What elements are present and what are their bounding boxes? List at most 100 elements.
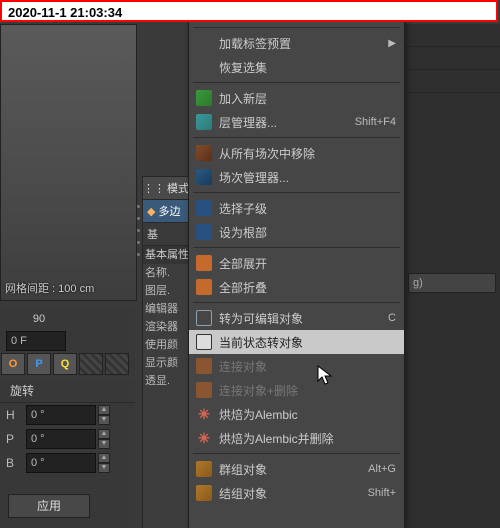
viewport-3d[interactable]: 网格间距 : 100 cm — [0, 24, 137, 301]
context-menu: 运动剪辑标签▶加载标签预置▶恢复选集加入新层层管理器...Shift+F4从所有… — [188, 0, 405, 528]
menu-item-label: 选择子级 — [219, 200, 396, 217]
rot-value-p[interactable]: 0 ° — [26, 429, 96, 449]
menu-item-add-layer[interactable]: 加入新层 — [189, 86, 404, 110]
rot-row-p: P 0 ° ▲▼ — [0, 427, 135, 451]
keyframe-strip-icon[interactable] — [79, 353, 103, 375]
red-icon: ✳ — [196, 430, 212, 446]
menu-item-icon-slot — [195, 333, 213, 351]
layermgr-icon — [196, 114, 212, 130]
box-icon — [196, 310, 212, 326]
menu-item-icon-slot — [195, 278, 213, 296]
rot-row-b: B 0 ° ▲▼ — [0, 451, 135, 475]
timestamp-overlay: 2020-11-1 21:03:34 — [0, 0, 498, 22]
menu-item-icon-slot — [195, 484, 213, 502]
menu-item-remove-take[interactable]: 从所有场次中移除 — [189, 141, 404, 165]
attr-mode-header[interactable]: ⋮⋮ 模式 — [143, 177, 189, 200]
right-pill[interactable]: g) — [408, 273, 496, 293]
timeline-ruler[interactable]: 90 — [0, 308, 135, 330]
menu-item-label: 恢复选集 — [219, 59, 396, 76]
orange-dim-icon — [196, 382, 212, 398]
menu-item-label: 加入新层 — [219, 90, 396, 107]
record-scale-btn[interactable]: Q — [53, 353, 77, 375]
rot-spinner-p[interactable]: ▲▼ — [98, 429, 110, 449]
menu-item-bake-alembic[interactable]: ✳ 烘焙为Alembic — [189, 402, 404, 426]
frame-field[interactable]: 0 F — [6, 331, 66, 351]
menu-separator — [193, 137, 400, 138]
menu-item-label: 群组对象 — [219, 461, 360, 478]
menu-item-select-children[interactable]: 选择子级 — [189, 196, 404, 220]
apply-button[interactable]: 应用 — [8, 494, 90, 518]
app-root: 2020-11-1 21:03:34 网格间距 : 100 cm 90 0 F … — [0, 0, 500, 528]
menu-item-icon-slot — [195, 199, 213, 217]
attr-line-layer: 图层. — [143, 282, 189, 300]
attribute-panel: ⋮⋮ 模式 ◆ 多边 基 基本属性 名称. 图层. 编辑器 渲染器 使用颜 显示… — [142, 176, 190, 528]
menu-item-label: 当前状态转对象 — [219, 334, 396, 351]
menu-item-label: 全部折叠 — [219, 279, 396, 296]
red-icon: ✳ — [196, 406, 212, 422]
menu-item-take-mgr[interactable]: 场次管理器... — [189, 165, 404, 189]
menu-item-combine[interactable]: 结组对象Shift+ — [189, 481, 404, 505]
menu-item-icon-slot — [195, 89, 213, 107]
menu-separator — [193, 192, 400, 193]
orange-dim-icon — [196, 358, 212, 374]
menu-item-label: 场次管理器... — [219, 169, 396, 186]
blue-icon — [196, 200, 212, 216]
rot-value-b[interactable]: 0 ° — [26, 453, 96, 473]
attr-line-xray: 透显. — [143, 372, 189, 390]
cube-icon — [196, 461, 212, 477]
coord-rotation-title: 旋转 — [0, 380, 135, 403]
layers-icon — [196, 90, 212, 106]
menu-item-make-editable[interactable]: 转为可编辑对象C — [189, 306, 404, 330]
menu-item-layer-mgr[interactable]: 层管理器... Shift+F4 — [189, 110, 404, 134]
menu-separator — [193, 247, 400, 248]
attr-tab-basic[interactable]: 基 — [143, 223, 189, 246]
submenu-arrow-icon: ▶ — [388, 38, 396, 49]
polygon-icon: ◆ — [147, 205, 155, 218]
rot-spinner-b[interactable]: ▲▼ — [98, 453, 110, 473]
menu-item-set-root[interactable]: 设为根部 — [189, 220, 404, 244]
menu-item-connect: 连接对象 — [189, 354, 404, 378]
menu-item-label: 从所有场次中移除 — [219, 145, 396, 162]
menu-item-icon-slot: ✳ — [195, 405, 213, 423]
viewport-grid-label: 网格间距 : 100 cm — [5, 280, 94, 296]
menu-item-bake-alembic-del[interactable]: ✳烘焙为Alembic并删除 — [189, 426, 404, 450]
record-pos-btn[interactable]: O — [1, 353, 25, 375]
take-icon — [196, 145, 212, 161]
menu-item-label: 加载标签预置 — [219, 35, 382, 52]
right-panel-background: g) — [404, 24, 500, 528]
menu-item-icon-slot — [195, 144, 213, 162]
menu-item-group[interactable]: 群组对象Alt+G — [189, 457, 404, 481]
rot-spinner-h[interactable]: ▲▼ — [98, 405, 110, 425]
menu-item-icon-slot — [195, 357, 213, 375]
menu-item-load-tag-preset[interactable]: 加载标签预置 ▶ — [189, 31, 404, 55]
menu-item-icon-slot: ✳ — [195, 429, 213, 447]
attr-tab-polygon[interactable]: ◆ 多边 — [143, 200, 189, 223]
menu-item-restore-sel[interactable]: 恢复选集 — [189, 55, 404, 79]
menu-item-label: 结组对象 — [219, 485, 360, 502]
menu-separator — [193, 302, 400, 303]
orange-icon — [196, 279, 212, 295]
attr-line-render: 渲染器 — [143, 318, 189, 336]
menu-item-label: 连接对象 — [219, 358, 396, 375]
rot-label-b: B — [6, 456, 26, 470]
menu-item-shortcut: Shift+F4 — [355, 116, 396, 128]
menu-item-label: 烘焙为Alembic — [219, 406, 396, 423]
keyframe-strip-icon-2[interactable] — [105, 353, 129, 375]
menu-separator — [193, 82, 400, 83]
cube-icon — [196, 485, 212, 501]
menu-item-expand-all[interactable]: 全部展开 — [189, 251, 404, 275]
menu-item-collapse-all[interactable]: 全部折叠 — [189, 275, 404, 299]
menu-item-icon-slot — [195, 113, 213, 131]
attr-section-title: 基本属性 — [143, 246, 189, 264]
rot-value-h[interactable]: 0 ° — [26, 405, 96, 425]
menu-item-current-state[interactable]: 当前状态转对象 — [189, 330, 404, 354]
menu-item-label: 层管理器... — [219, 114, 347, 131]
record-rot-btn[interactable]: P — [27, 353, 51, 375]
menu-item-icon-slot — [195, 309, 213, 327]
menu-item-icon-slot — [195, 223, 213, 241]
attr-tab-polygon-label: 多边 — [158, 203, 180, 219]
menu-item-icon-slot — [195, 168, 213, 186]
rot-label-h: H — [6, 408, 26, 422]
menu-item-icon-slot — [195, 381, 213, 399]
rot-row-h: H 0 ° ▲▼ — [0, 403, 135, 427]
